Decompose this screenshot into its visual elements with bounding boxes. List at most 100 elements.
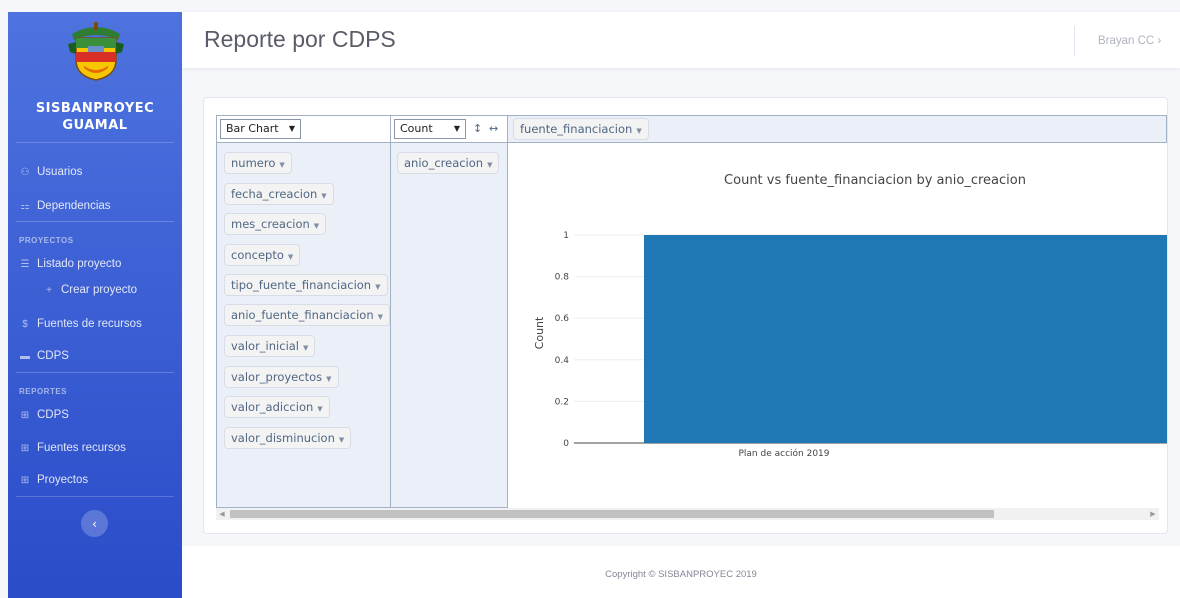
renderer-cell: Bar Chart ▼ [216,115,391,143]
x-tick-labels: Plan de acción 2019 [738,448,829,459]
section-heading-reportes: REPORTES [19,387,68,396]
sidebar-item-usuarios[interactable]: ⚇ Usuarios [8,162,182,182]
footer: Copyright © SISBANPROYEC 2019 [182,546,1180,598]
sidebar-item-label: Fuentes de recursos [37,318,142,330]
sidebar-toggle-button[interactable]: ‹ [81,510,108,537]
field-label: valor_adiccion [231,400,314,414]
sidebar-item-label: CDPS [37,409,69,421]
x-tick-label: Plan de acción 2019 [738,448,829,459]
col-sort-icon[interactable]: ↔ [489,122,498,135]
chevron-down-icon: ▼ [287,253,294,261]
chevron-down-icon: ▼ [321,192,327,200]
sidebar-item-reporte-fuentes-recursos[interactable]: ⊞ Fuentes recursos [8,438,182,458]
chevron-down-icon: ▼ [487,161,493,169]
chevron-down-icon: ▼ [636,127,642,135]
unused-fields-cell: numero ▼ fecha_creacion ▼ mes_creacion ▼ co… [216,142,391,508]
aggregator-cell: Count ▼ ↕ ↔ [390,115,508,143]
sidebar-divider [16,142,174,143]
topbar: Reporte por CDPS Brayan CC › [182,12,1180,68]
y-tick-labels: 0 0.2 0.4 0.6 0.8 1 [555,231,570,449]
sidebar-item-label: Listado proyecto [37,258,122,270]
field-label: tipo_fuente_financiacion [231,278,372,292]
bar-chart: Count vs fuente_financiacion by anio_cre… [533,173,1167,459]
sidebar-item-crear-proyecto[interactable]: + Crear proyecto [8,280,182,300]
y-tick-label: 0 [563,439,569,449]
field-pill-fecha-creacion[interactable]: fecha_creacion ▼ [224,183,334,205]
field-pill-mes-creacion[interactable]: mes_creacion ▼ [224,213,327,235]
sitemap-icon: ⚏ [20,200,30,212]
card-icon: ▬ [20,350,30,362]
guamal-coat-of-arms-logo[interactable] [68,20,124,82]
field-pill-concepto[interactable]: concepto ▼ [224,244,301,266]
field-label: concepto [231,248,284,262]
field-label: valor_inicial [231,339,300,353]
chevron-down-icon: ▼ [279,161,285,169]
chevron-down-icon: ▼ [453,124,460,133]
sidebar-item-label: Fuentes recursos [37,442,126,454]
sidebar-item-label: Dependencias [37,200,111,212]
user-menu[interactable]: Brayan CC › [1098,35,1161,47]
users-icon: ⚇ [20,166,30,178]
sidebar-item-fuentes-de-recursos[interactable]: $ Fuentes de recursos [8,314,182,334]
chevron-down-icon: ▼ [338,436,345,444]
brand-subname: GUAMAL [62,118,128,133]
field-pill-valor-proyectos[interactable]: valor_proyectos ▼ [224,366,339,388]
y-tick-label: 0.6 [555,314,570,324]
scroll-right-icon[interactable]: ▶ [1147,508,1159,520]
row-field-pill[interactable]: anio_creacion ▼ [397,152,500,174]
scroll-left-icon[interactable]: ◀ [216,508,228,520]
pivot-card: Bar Chart ▼ Count ▼ ↕ ↔ fuente_financiac… [203,97,1168,534]
chart-title: Count vs fuente_financiacion by anio_cre… [724,173,1026,188]
horizontal-scrollbar[interactable]: ◀ ▶ [216,508,1159,520]
field-label: anio_fuente_financiacion [231,308,374,322]
aggregator-value: Count [400,122,433,135]
field-label: mes_creacion [231,217,310,231]
field-label: anio_creacion [404,156,484,170]
sidebar-divider [16,221,174,222]
sidebar-item-label: Crear proyecto [61,284,138,296]
table-icon: ⊞ [20,474,30,486]
field-pill-numero[interactable]: numero ▼ [224,152,292,174]
dollar-icon: $ [22,318,28,330]
field-pill-valor-inicial[interactable]: valor_inicial ▼ [224,335,316,357]
row-fields-cell: anio_creacion ▼ [390,142,508,508]
field-label: valor_proyectos [231,370,323,384]
chevron-down-icon: ▼ [375,283,381,291]
copyright-text: Copyright © SISBANPROYEC 2019 [605,569,757,580]
y-tick-label: 0.2 [555,397,569,407]
aggregator-select[interactable]: Count ▼ [394,119,466,139]
bar[interactable] [644,235,1167,443]
sidebar-item-label: CDPS [37,350,69,362]
section-heading-proyectos: PROYECTOS [19,236,74,245]
table-icon: ⊞ [20,442,30,454]
chevron-down-icon: ▼ [288,124,295,133]
field-label: numero [231,156,276,170]
sidebar-item-reporte-cdps[interactable]: ⊞ CDPS [8,405,182,425]
sidebar-item-cdps[interactable]: ▬ CDPS [8,346,182,366]
chevron-down-icon: ▼ [317,405,323,413]
sidebar-item-label: Proyectos [37,474,89,486]
brand-name: SISBANPROYEC [35,101,155,116]
field-label: fuente_financiacion [520,122,633,136]
field-label: valor_disminucion [231,431,335,445]
list-icon: ☰ [20,258,30,270]
renderer-select[interactable]: Bar Chart ▼ [220,119,301,139]
field-pill-tipo-fuente-financiacion[interactable]: tipo_fuente_financiacion ▼ [224,274,388,296]
sidebar-item-reporte-proyectos[interactable]: ⊞ Proyectos [8,470,182,490]
chevron-down-icon: ▼ [377,313,384,321]
bars [644,235,1167,443]
field-pill-anio-fuente-financiacion[interactable]: anio_fuente_financiacion ▼ [224,304,391,326]
y-tick-label: 0.4 [555,356,570,366]
field-pill-valor-adiccion[interactable]: valor_adiccion ▼ [224,396,330,418]
page-title: Reporte por CDPS [204,26,396,52]
column-field-pill[interactable]: fuente_financiacion ▼ [513,118,649,140]
field-pill-valor-disminucion[interactable]: valor_disminucion ▼ [224,427,352,449]
sidebar: SISBANPROYEC GUAMAL ⚇ Usuarios ⚏ Depende… [8,12,182,598]
renderer-value: Bar Chart [226,122,279,135]
chevron-down-icon: ▼ [326,375,332,383]
scrollbar-thumb[interactable] [230,510,994,518]
row-sort-icon[interactable]: ↕ [473,122,482,135]
table-icon: ⊞ [20,409,30,421]
sidebar-item-listado-proyecto[interactable]: ☰ Listado proyecto [8,254,182,274]
sidebar-item-dependencias[interactable]: ⚏ Dependencias [8,196,182,216]
